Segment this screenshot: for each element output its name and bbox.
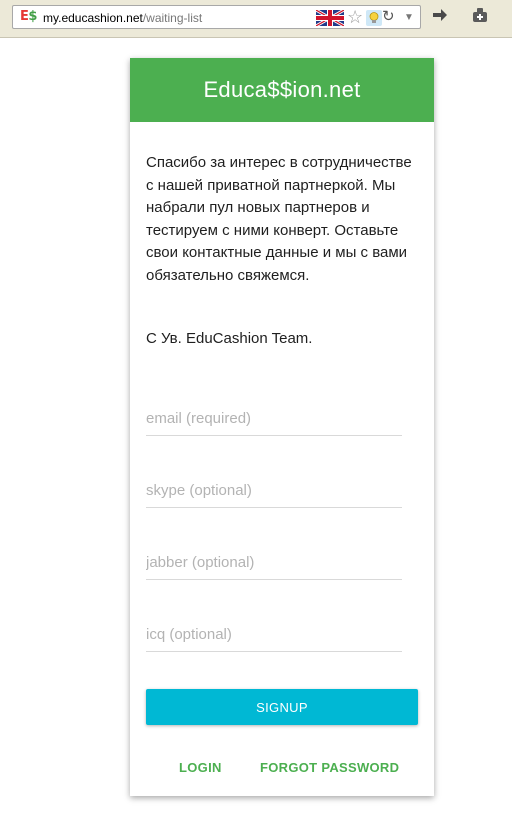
forgot-password-link[interactable]: FORGOT PASSWORD <box>260 760 399 775</box>
signup-button[interactable]: SIGNUP <box>146 689 418 725</box>
lightbulb-icon[interactable] <box>366 10 382 26</box>
site-favicon-icon: E$ <box>20 9 37 24</box>
login-link[interactable]: LOGIN <box>179 760 222 775</box>
waiting-list-card: Educa$$ion.net Спасибо за интерес в сотр… <box>130 58 434 796</box>
url-path: /waiting-list <box>142 11 203 25</box>
icq-field[interactable] <box>146 618 402 652</box>
info-message: Спасибо за интерес в сотрудничестве с на… <box>146 154 412 284</box>
browser-toolbar: E$ my.educashion.net/waiting-list ☆ ↻ ▼ <box>0 0 512 38</box>
go-arrow-icon[interactable] <box>432 8 448 22</box>
url-text[interactable]: my.educashion.net/waiting-list <box>43 11 202 25</box>
jabber-field[interactable] <box>146 546 402 580</box>
signature-text: С Ув. EduCashion Team. <box>146 330 313 347</box>
uk-flag-icon[interactable] <box>316 10 344 26</box>
email-field[interactable] <box>146 402 402 436</box>
card-title: Educa$$ion.net <box>130 58 434 122</box>
address-bar[interactable]: E$ my.educashion.net/waiting-list ☆ ↻ ▼ <box>12 5 421 29</box>
chevron-down-icon[interactable]: ▼ <box>404 12 414 23</box>
url-domain: my.educashion.net <box>43 11 143 25</box>
skype-field[interactable] <box>146 474 402 508</box>
extension-icon[interactable] <box>471 7 489 23</box>
bookmark-star-icon[interactable]: ☆ <box>347 6 363 28</box>
reload-icon[interactable]: ↻ <box>382 7 395 27</box>
